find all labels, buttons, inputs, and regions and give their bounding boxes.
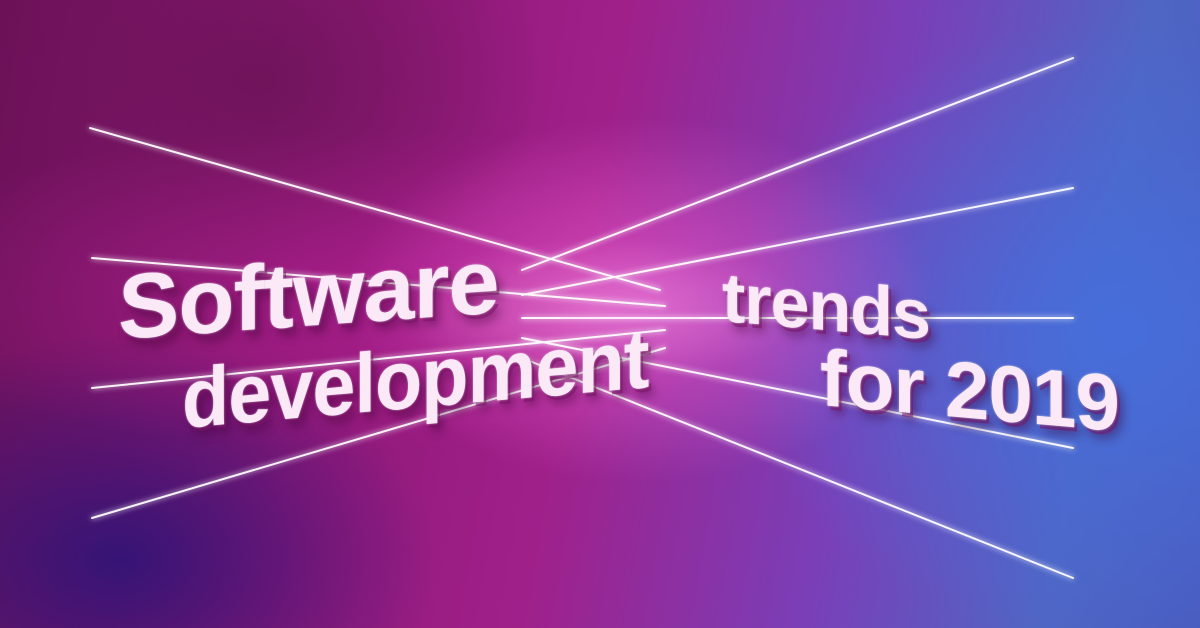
promo-banner: Software development trends for 2019 — [0, 0, 1200, 628]
light-ray-right-1 — [521, 57, 1074, 271]
